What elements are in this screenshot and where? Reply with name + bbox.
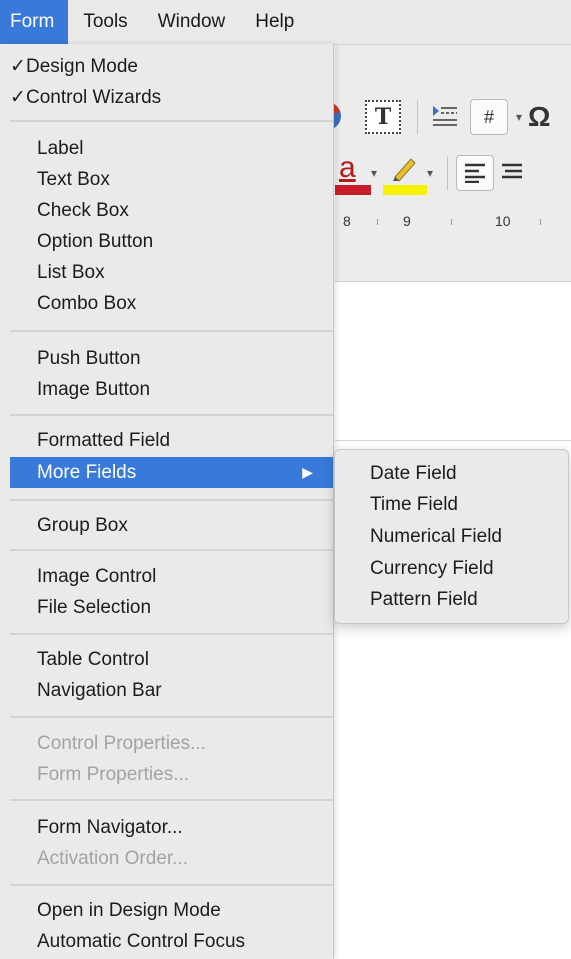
menu-item-label: Activation Order... bbox=[37, 848, 189, 869]
highlight-color-swatch bbox=[383, 185, 428, 195]
menu-item-label: More Fields bbox=[37, 462, 137, 483]
menu-item-label: Text Box bbox=[37, 169, 110, 190]
menu-divider bbox=[10, 633, 333, 635]
menu-item-design-mode[interactable]: ✓ Design Mode bbox=[0, 51, 333, 82]
toolbar-separator bbox=[417, 100, 418, 134]
menu-divider bbox=[10, 716, 333, 718]
menu-item-label: Image Control bbox=[37, 566, 157, 587]
ruler-mark: 8 bbox=[343, 213, 351, 229]
ruler-mark: 10 bbox=[495, 213, 511, 229]
menu-item-open-in-design-mode[interactable]: Open in Design Mode bbox=[0, 895, 333, 926]
chevron-down-icon[interactable]: ▾ bbox=[427, 156, 433, 190]
menu-item-image-control[interactable]: Image Control bbox=[0, 561, 333, 592]
font-color-glyph: a bbox=[339, 151, 356, 184]
menu-item-label: Combo Box bbox=[37, 293, 137, 314]
menu-item-image-button[interactable]: Image Button bbox=[0, 374, 333, 405]
menu-item-label: Image Button bbox=[37, 379, 151, 400]
more-fields-submenu: Date Field Time Field Numerical Field Cu… bbox=[334, 449, 569, 624]
menu-item-label: Group Box bbox=[37, 515, 128, 536]
menu-item-label: Formatted Field bbox=[37, 430, 171, 451]
form-menu: ✓ Design Mode ✓ Control Wizards Label Te… bbox=[0, 44, 334, 959]
ruler-tick bbox=[540, 219, 541, 225]
menu-item-label: Open in Design Mode bbox=[37, 900, 221, 921]
menu-divider bbox=[10, 884, 333, 886]
font-color-icon[interactable]: a bbox=[335, 151, 371, 195]
menu-item-list-box[interactable]: List Box bbox=[0, 257, 333, 288]
menu-item-label: Check Box bbox=[37, 200, 129, 221]
menu-item-label: File Selection bbox=[37, 597, 152, 618]
menu-item-label: Push Button bbox=[37, 348, 141, 369]
menu-item-label-control[interactable]: Label bbox=[0, 133, 333, 164]
menu-item-navigation-bar[interactable]: Navigation Bar bbox=[0, 675, 333, 706]
menu-item-control-properties: Control Properties... bbox=[0, 728, 333, 759]
ruler-tick bbox=[451, 219, 452, 225]
toolbar-separator bbox=[447, 156, 449, 190]
submenu-item-time-field[interactable]: Time Field bbox=[370, 489, 458, 520]
menu-item-form-properties: Form Properties... bbox=[0, 759, 333, 790]
ruler: 8 9 10 bbox=[335, 207, 571, 243]
menu-divider bbox=[10, 499, 333, 501]
ruler-tick bbox=[377, 219, 378, 225]
submenu-item-currency-field[interactable]: Currency Field bbox=[370, 553, 494, 584]
menu-item-label: Option Button bbox=[37, 231, 154, 252]
menu-item-formatted-field[interactable]: Formatted Field bbox=[0, 425, 333, 456]
chevron-down-icon[interactable]: ▾ bbox=[371, 156, 377, 190]
menu-item-more-fields[interactable]: More Fields ▶ bbox=[10, 457, 333, 488]
insert-field-icon[interactable]: # bbox=[470, 99, 508, 135]
submenu-item-pattern-field[interactable]: Pattern Field bbox=[370, 584, 478, 615]
menu-item-form-navigator[interactable]: Form Navigator... bbox=[0, 812, 333, 843]
menu-item-label: Navigation Bar bbox=[37, 680, 162, 701]
menu-item-label: Automatic Control Focus bbox=[37, 931, 246, 952]
menu-divider bbox=[10, 414, 333, 416]
highlighter-icon[interactable] bbox=[383, 151, 428, 195]
menu-item-table-control[interactable]: Table Control bbox=[0, 644, 333, 675]
menu-divider bbox=[10, 799, 333, 801]
page-boundary bbox=[335, 440, 571, 441]
toolbar-row-2: a ▾ ▾ bbox=[335, 151, 530, 195]
special-character-icon[interactable]: Ω bbox=[528, 100, 550, 134]
menu-item-label: Control Wizards bbox=[26, 87, 162, 108]
menu-item-check-box[interactable]: Check Box bbox=[0, 195, 333, 226]
insert-field-list-icon[interactable] bbox=[426, 100, 462, 134]
text-box-icon[interactable]: T bbox=[365, 100, 401, 134]
ruler-mark: 9 bbox=[403, 213, 411, 229]
menu-item-automatic-control-focus[interactable]: Automatic Control Focus bbox=[0, 926, 333, 957]
chart-icon[interactable] bbox=[327, 100, 345, 134]
menu-item-combo-box[interactable]: Combo Box bbox=[0, 288, 333, 319]
menu-item-label: Label bbox=[37, 138, 84, 159]
checkmark-icon: ✓ bbox=[10, 56, 26, 77]
menu-tools[interactable]: Tools bbox=[68, 0, 142, 44]
menu-item-group-box[interactable]: Group Box bbox=[0, 510, 333, 541]
menu-help[interactable]: Help bbox=[240, 0, 309, 44]
menu-window[interactable]: Window bbox=[143, 0, 241, 44]
font-color-swatch bbox=[335, 185, 371, 195]
chevron-down-icon[interactable]: ▾ bbox=[516, 100, 522, 134]
menu-item-label: Form Properties... bbox=[37, 764, 190, 785]
menu-item-label: Control Properties... bbox=[37, 733, 206, 754]
align-left-icon[interactable] bbox=[456, 155, 495, 191]
submenu-item-numerical-field[interactable]: Numerical Field bbox=[370, 521, 502, 552]
menu-item-file-selection[interactable]: File Selection bbox=[0, 592, 333, 623]
menu-item-push-button[interactable]: Push Button bbox=[0, 343, 333, 374]
submenu-arrow-icon: ▶ bbox=[302, 464, 313, 480]
menu-item-label: Form Navigator... bbox=[37, 817, 183, 838]
toolbar: T # ▾ Ω a ▾ ▾ 8 9 10 bbox=[327, 45, 571, 282]
menu-item-label: List Box bbox=[37, 262, 105, 283]
menu-item-label: Design Mode bbox=[26, 56, 138, 77]
menu-item-text-box[interactable]: Text Box bbox=[0, 164, 333, 195]
menu-divider bbox=[10, 549, 333, 551]
menu-bar: Form Tools Window Help bbox=[0, 0, 571, 45]
menu-item-activation-order: Activation Order... bbox=[0, 843, 333, 874]
submenu-item-date-field[interactable]: Date Field bbox=[370, 458, 457, 489]
align-center-icon[interactable] bbox=[502, 156, 523, 190]
menu-item-option-button[interactable]: Option Button bbox=[0, 226, 333, 257]
menu-divider bbox=[10, 120, 333, 122]
checkmark-icon: ✓ bbox=[10, 87, 26, 108]
menu-form[interactable]: Form bbox=[0, 0, 69, 44]
menu-divider bbox=[10, 330, 333, 332]
menu-item-label: Table Control bbox=[37, 649, 149, 670]
menu-item-control-wizards[interactable]: ✓ Control Wizards bbox=[0, 82, 333, 113]
toolbar-row-1: T # ▾ Ω bbox=[327, 95, 558, 139]
